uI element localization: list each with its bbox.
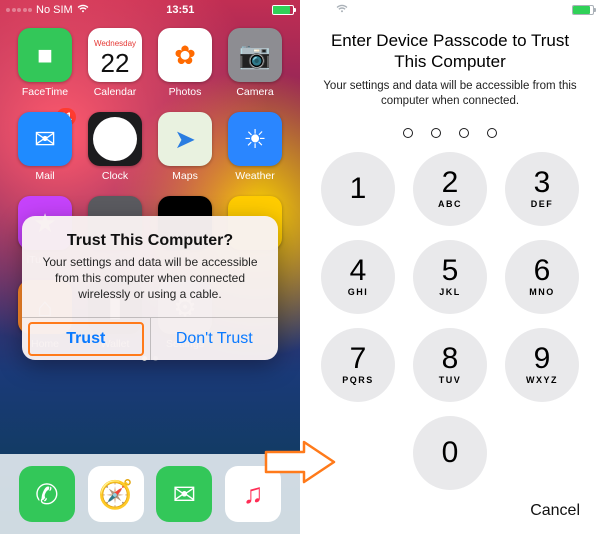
key-3[interactable]: 3DEF: [505, 152, 579, 226]
app-photos[interactable]: ✿Photos: [150, 28, 220, 98]
key-5[interactable]: 5JKL: [413, 240, 487, 314]
dont-trust-button[interactable]: Don't Trust: [151, 318, 279, 360]
passcode-subtitle: Your settings and data will be accessibl…: [322, 79, 578, 110]
app-label: Maps: [150, 170, 220, 182]
app-calendar[interactable]: Wednesday22Calendar: [80, 28, 150, 98]
status-bar: No SIM 13:51: [0, 0, 300, 20]
key-number: 9: [534, 344, 551, 374]
passcode-dots: [322, 128, 578, 138]
key-6[interactable]: 6MNO: [505, 240, 579, 314]
trust-button[interactable]: Trust: [22, 318, 151, 360]
cancel-button[interactable]: Cancel: [530, 502, 580, 520]
wifi-icon: [336, 4, 348, 16]
key-9[interactable]: 9WXYZ: [505, 328, 579, 402]
key-letters: MNO: [529, 287, 555, 297]
app-label: Clock: [80, 170, 150, 182]
home-screen: No SIM 13:51 ■FaceTimeWednesday22Calenda…: [0, 0, 300, 534]
key-letters: WXYZ: [526, 375, 558, 385]
passcode-dot: [487, 128, 497, 138]
dock-messages[interactable]: ✉: [156, 466, 212, 522]
key-letters: JKL: [439, 287, 461, 297]
key-number: 3: [534, 168, 551, 198]
trust-alert: Trust This Computer? Your settings and d…: [22, 216, 278, 360]
passcode-screen: Enter Device Passcode to Trust This Comp…: [300, 0, 600, 534]
dock-phone[interactable]: ✆: [19, 466, 75, 522]
clock-label: 13:51: [89, 4, 272, 16]
passcode-dot: [459, 128, 469, 138]
key-letters: DEF: [531, 199, 554, 209]
key-8[interactable]: 8TUV: [413, 328, 487, 402]
key-letters: TUV: [439, 375, 462, 385]
dock-safari[interactable]: 🧭: [88, 466, 144, 522]
app-label: Camera: [220, 86, 290, 98]
key-2[interactable]: 2ABC: [413, 152, 487, 226]
key-number: 0: [442, 438, 459, 468]
passcode-dot: [431, 128, 441, 138]
number-keypad: 12ABC3DEF4GHI5JKL6MNO7PQRS8TUV9WXYZ0: [300, 152, 600, 490]
app-mail[interactable]: 11✉Mail: [10, 112, 80, 182]
key-number: 1: [350, 174, 367, 204]
key-number: 5: [442, 256, 459, 286]
app-clock[interactable]: Clock: [80, 112, 150, 182]
app-maps[interactable]: ➤Maps: [150, 112, 220, 182]
key-letters: GHI: [348, 287, 369, 297]
app-camera[interactable]: 📷Camera: [220, 28, 290, 98]
flow-arrow-icon: [264, 440, 336, 484]
passcode-dot: [403, 128, 413, 138]
annotation-highlight: Trust: [28, 322, 144, 356]
key-number: 4: [350, 256, 367, 286]
key-number: 8: [442, 344, 459, 374]
key-number: 7: [350, 344, 367, 374]
app-label: Photos: [150, 86, 220, 98]
app-weather[interactable]: ☀Weather: [220, 112, 290, 182]
key-number: 2: [442, 168, 459, 198]
key-letters: PQRS: [342, 375, 374, 385]
app-label: FaceTime: [10, 86, 80, 98]
battery-icon: [572, 5, 594, 15]
app-facetime[interactable]: ■FaceTime: [10, 28, 80, 98]
key-number: 6: [534, 256, 551, 286]
alert-title: Trust This Computer?: [36, 232, 264, 250]
key-7[interactable]: 7PQRS: [321, 328, 395, 402]
dock: ✆🧭✉♫: [0, 454, 300, 534]
key-1[interactable]: 1: [321, 152, 395, 226]
carrier-label: No SIM: [36, 4, 73, 16]
key-4[interactable]: 4GHI: [321, 240, 395, 314]
passcode-title: Enter Device Passcode to Trust This Comp…: [322, 30, 578, 73]
alert-message: Your settings and data will be accessibl…: [36, 254, 264, 303]
signal-dots-icon: [306, 8, 332, 12]
app-label: Calendar: [80, 86, 150, 98]
key-0[interactable]: 0: [413, 416, 487, 490]
wifi-icon: [77, 4, 89, 16]
battery-icon: [272, 5, 294, 15]
app-label: Mail: [10, 170, 80, 182]
key-letters: ABC: [438, 199, 462, 209]
status-bar: [300, 0, 600, 20]
app-label: Weather: [220, 170, 290, 182]
signal-dots-icon: [6, 8, 32, 12]
